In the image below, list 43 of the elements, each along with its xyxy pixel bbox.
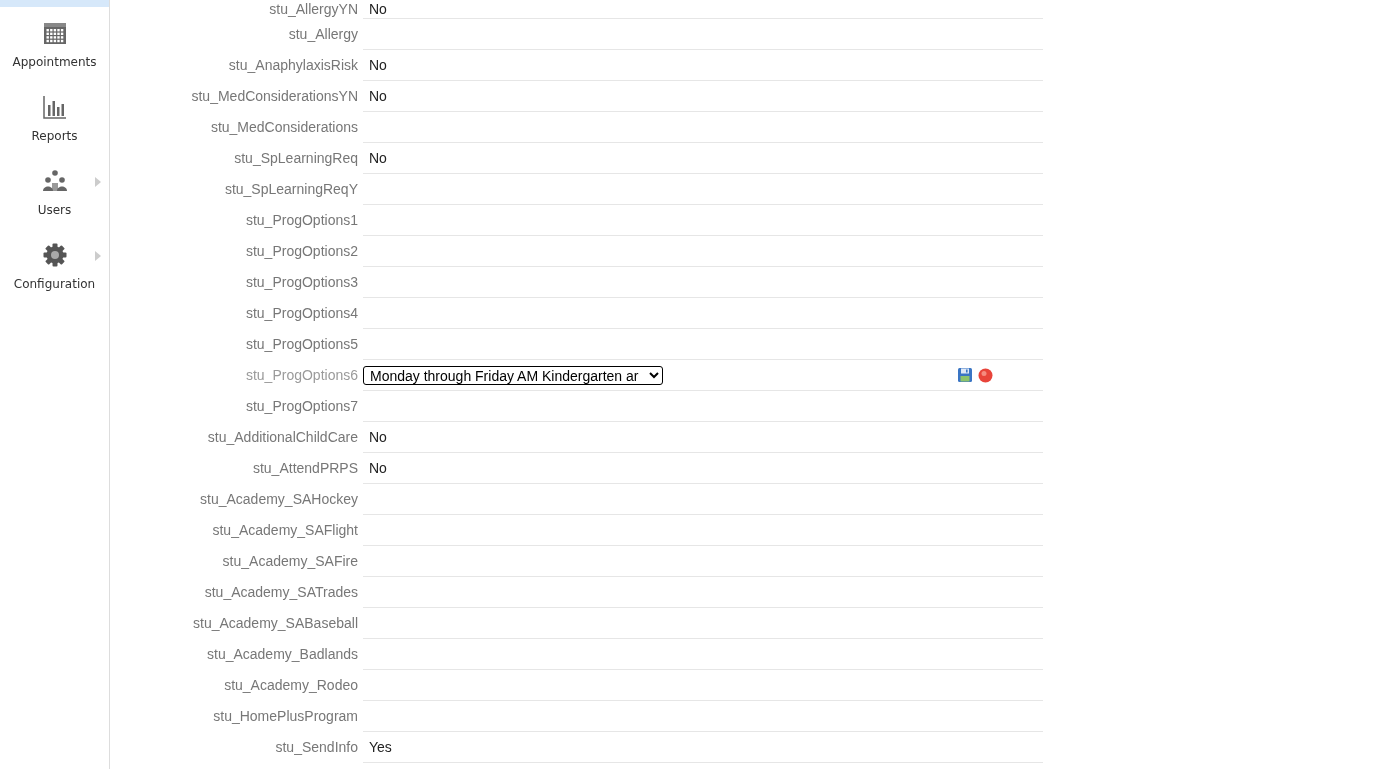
field-label: stu_Academy_SAHockey <box>200 490 358 509</box>
users-icon <box>41 170 68 192</box>
bar-chart-icon <box>42 95 67 119</box>
field-label: stu_ProgOptions2 <box>245 242 358 261</box>
sidebar-item[interactable]: Appointments <box>0 19 109 93</box>
field-label: stu_Academy_Rodeo <box>224 676 358 695</box>
field-label: stu_Academy_SAFlight <box>212 521 358 540</box>
field-value: No <box>369 0 387 19</box>
field-value: Yes <box>369 737 392 757</box>
field-label: stu_AttendPRPS <box>252 459 358 478</box>
field-label: stu_AnaphylaxisRisk <box>228 56 358 75</box>
field-value: No <box>369 148 387 168</box>
field-value: No <box>369 458 387 478</box>
field-value: No <box>369 427 387 447</box>
field-label: stu_SpLearningReqY <box>224 180 358 199</box>
field-value: No <box>369 55 387 75</box>
sidebar-item[interactable]: Users <box>0 167 109 241</box>
field-label: stu_ProgOptions7 <box>245 397 358 416</box>
field-label: stu_Academy_SABaseball <box>193 614 358 633</box>
field-label: stu_ProgOptions1 <box>245 211 358 230</box>
field-label: stu_Academy_Badlands <box>207 645 358 664</box>
field-label: stu_Academy_SATrades <box>204 583 358 602</box>
save-icon[interactable] <box>957 367 973 383</box>
settings-icon <box>42 243 67 267</box>
sidebar-item[interactable]: Configuration <box>0 241 109 315</box>
field-label: stu_HomePlusProgram <box>213 707 358 726</box>
field-label: stu_Academy_SAFire <box>222 552 358 571</box>
field-label: stu_ProgOptions6 <box>245 366 358 385</box>
sidebar-item[interactable]: Reports <box>0 93 109 167</box>
field-label: stu_AdditionalChildCare <box>207 428 358 447</box>
calendar-icon <box>42 21 67 45</box>
field-label: stu_MedConsiderationsYN <box>191 87 358 106</box>
field-label: stu_Allergy <box>288 25 358 44</box>
field-label: stu_MedConsiderations <box>210 118 358 137</box>
cancel-icon[interactable] <box>978 367 993 383</box>
field-label: stu_AllergyYN <box>269 0 358 19</box>
field-label: stu_ProgOptions5 <box>245 335 358 354</box>
field-label: stu_ProgOptions3 <box>245 273 358 292</box>
field-label: stu_ProgOptions4 <box>245 304 358 323</box>
field-label: stu_SpLearningReq <box>234 149 358 168</box>
field-label: stu_SendInfo <box>275 738 358 757</box>
field-value: No <box>369 86 387 106</box>
program-option-select[interactable]: Monday through Friday AM Kindergarten ar <box>363 365 663 385</box>
